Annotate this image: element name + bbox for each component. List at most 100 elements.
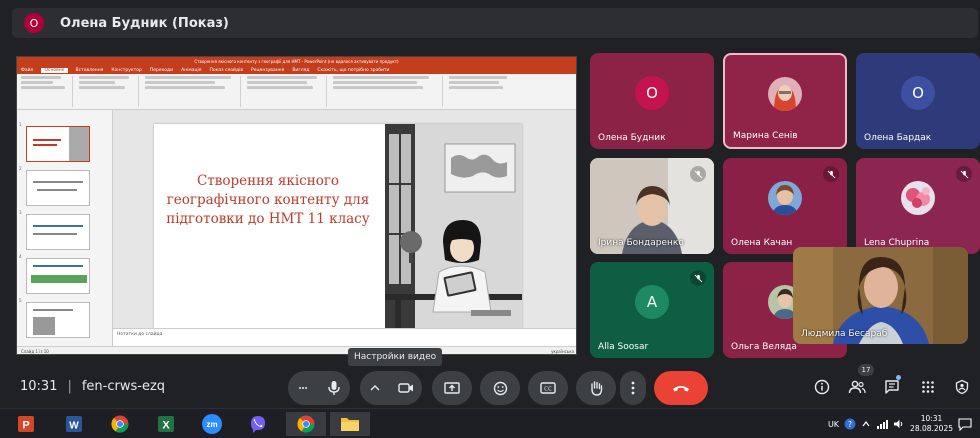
current-slide[interactable]: Створення якісного географічного контент… [154, 124, 522, 331]
ppt-tab[interactable]: Анімація [181, 68, 201, 73]
ppt-workspace: 1 2 3 4 5 Створення якісного географічно… [17, 110, 576, 346]
mic-off-icon [690, 270, 706, 286]
slide-thumb-4[interactable] [26, 258, 90, 294]
ppt-tab[interactable]: Вставлення [76, 68, 104, 73]
participant-photo [768, 76, 802, 111]
thumb-number: 2 [19, 166, 22, 171]
participant-tile-active-speaker[interactable]: Марина Сенів [723, 53, 847, 149]
audio-options-button[interactable] [288, 371, 318, 405]
ribbon-group [21, 76, 73, 107]
emoji-icon [493, 381, 507, 395]
folder-icon [341, 418, 359, 431]
ppt-tab[interactable]: Показ слайдів [210, 68, 243, 73]
microphone-icon [328, 381, 340, 395]
participant-tile[interactable]: A Alla Soosar [590, 262, 714, 358]
system-clock[interactable]: 10:31 28.08.2025 [910, 414, 953, 434]
mic-off-icon [823, 166, 839, 182]
chat-notification-dot [896, 375, 901, 380]
chrome-active-taskbar-button[interactable] [286, 412, 326, 436]
separator: | [67, 379, 72, 394]
word-taskbar-button[interactable]: W [62, 412, 86, 436]
participant-tile[interactable]: О Олена Будник [590, 53, 714, 149]
ribbon-group [449, 76, 519, 107]
captions-button[interactable]: CC [528, 371, 568, 405]
people-count-badge: 17 [858, 364, 874, 376]
ppt-tab[interactable]: Файл [21, 68, 33, 73]
excel-icon: X [158, 416, 174, 432]
zoom-icon: zm [202, 414, 222, 434]
girl-with-tablet-illustration [385, 124, 522, 331]
viber-icon [251, 416, 265, 433]
participant-name: Марина Сенів [733, 131, 798, 141]
zoom-taskbar-button[interactable]: zm [200, 412, 224, 436]
file-explorer-taskbar-button[interactable] [330, 412, 370, 436]
slide-thumb-5[interactable] [26, 302, 90, 338]
video-camera-icon [398, 383, 413, 393]
participant-tile-video[interactable]: Ірина Бондаренко [590, 158, 714, 254]
chevron-up-icon[interactable] [861, 419, 871, 429]
ppt-tab[interactable]: Переходи [150, 68, 173, 73]
activities-button[interactable] [916, 375, 940, 399]
svg-text:zm: zm [206, 420, 217, 429]
video-options-button[interactable] [360, 371, 390, 405]
more-dots-icon [299, 387, 307, 389]
network-icon[interactable] [876, 419, 889, 429]
meeting-details-button[interactable] [810, 375, 834, 399]
presenter-chip[interactable]: О Олена Будник (Показ) [12, 8, 978, 38]
slide-thumb-2[interactable] [26, 170, 90, 206]
participant-tile[interactable]: Олена Качан [723, 158, 847, 254]
powerpoint-taskbar-button[interactable]: P [14, 412, 38, 436]
host-controls-button[interactable] [950, 375, 974, 399]
svg-text:?: ? [848, 420, 852, 429]
notifications-icon[interactable] [958, 417, 972, 431]
thumb-number: 5 [19, 298, 22, 303]
ppt-tab[interactable]: Конструктор [111, 68, 141, 73]
powerpoint-icon: P [18, 416, 34, 432]
participant-tile[interactable]: Lena Chuprina [856, 158, 980, 254]
meeting-info: 10:31 | fen-crws-ezq [20, 379, 165, 394]
slide-thumb-1[interactable] [26, 126, 90, 162]
svg-text:X: X [162, 420, 170, 432]
hang-up-icon [673, 386, 689, 392]
apps-grid-icon [922, 381, 934, 393]
ppt-tab[interactable]: Вигляд [292, 68, 309, 73]
present-screen-button[interactable] [432, 371, 472, 405]
chat-icon [885, 380, 899, 394]
ribbon-group [333, 76, 443, 107]
ppt-status-bar: Слайд 1 із 10 українська [17, 346, 576, 354]
viber-taskbar-button[interactable] [246, 412, 270, 436]
hand-icon [591, 381, 603, 396]
thumb-number: 4 [19, 254, 22, 259]
people-button[interactable] [845, 375, 869, 399]
top-bar: О Олена Будник (Показ) [0, 0, 980, 46]
ppt-tell-me[interactable]: Скажіть, що потрібно зробити [317, 68, 389, 73]
slide-notes[interactable]: Нотатки до слайда [113, 328, 576, 346]
help-icon[interactable]: ? [844, 418, 856, 430]
input-language[interactable]: UK [828, 420, 839, 429]
shared-screen[interactable]: Створення якісного контенту з географії … [16, 56, 577, 355]
speaker-icon[interactable] [893, 419, 905, 429]
presenter-label: Олена Будник (Показ) [60, 15, 229, 31]
reactions-button[interactable] [480, 371, 520, 405]
svg-text:P: P [22, 420, 29, 432]
meet-window: О Олена Будник (Показ) Створення якісног… [0, 0, 980, 438]
raise-hand-button[interactable] [576, 371, 616, 405]
svg-text:CC: CC [544, 387, 552, 393]
camera-button[interactable] [390, 371, 422, 405]
chrome-taskbar-button[interactable] [108, 412, 132, 436]
mic-button[interactable] [318, 371, 350, 405]
participant-name: Ольга Веляда [731, 342, 797, 352]
ribbon-group [145, 76, 241, 107]
participant-tile[interactable]: О Олена Бардак [856, 53, 980, 149]
os-taskbar: P W X zm UK ? 10:31 28.08.2025 [0, 408, 980, 438]
excel-taskbar-button[interactable]: X [154, 412, 178, 436]
leave-call-button[interactable] [654, 371, 708, 405]
self-view-tile[interactable]: Людмила Бесараб [793, 247, 968, 344]
ppt-window-title: Створення якісного контенту з географії … [17, 57, 576, 66]
slide-thumb-3[interactable] [26, 214, 90, 250]
status-language: українська [551, 349, 574, 354]
more-options-button[interactable] [620, 371, 646, 405]
captions-icon: CC [540, 382, 556, 394]
ppt-tab[interactable]: Рецензування [251, 68, 284, 73]
ppt-tab-active[interactable]: Основне [41, 67, 68, 73]
